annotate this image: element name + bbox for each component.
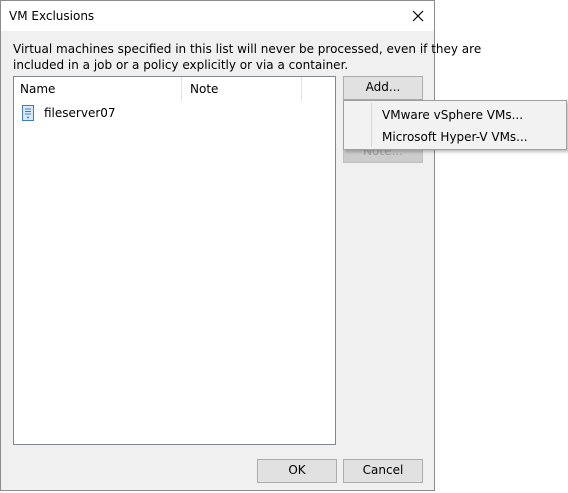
close-button[interactable] (405, 5, 431, 27)
vm-exclusions-dialog: VM Exclusions Virtual machines specified… (0, 0, 482, 491)
window-title: VM Exclusions (9, 9, 95, 23)
column-header-name[interactable]: Name (20, 77, 55, 101)
menu-item-vmware-vsphere[interactable]: VMware vSphere VMs... (382, 104, 523, 126)
add-dropdown-menu: VMware vSphere VMs... Microsoft Hyper-V … (343, 100, 567, 150)
vm-name: fileserver07 (44, 106, 116, 120)
virtual-machine-icon (22, 105, 34, 121)
column-separator[interactable] (181, 77, 182, 101)
ok-button[interactable]: OK (257, 459, 337, 483)
column-separator[interactable] (301, 77, 302, 101)
add-button[interactable]: Add... (343, 76, 423, 100)
cancel-button[interactable]: Cancel (343, 459, 423, 483)
close-icon (412, 10, 424, 22)
column-header-note[interactable]: Note (190, 77, 218, 101)
menu-separator (371, 103, 372, 147)
description-text: Virtual machines specified in this list … (13, 42, 482, 72)
menu-item-microsoft-hyper-v[interactable]: Microsoft Hyper-V VMs... (382, 126, 528, 148)
exclusions-list[interactable]: Name Note fileserver07 (13, 76, 336, 445)
table-row[interactable]: fileserver07 (20, 104, 320, 124)
title-bar: VM Exclusions (1, 1, 434, 31)
